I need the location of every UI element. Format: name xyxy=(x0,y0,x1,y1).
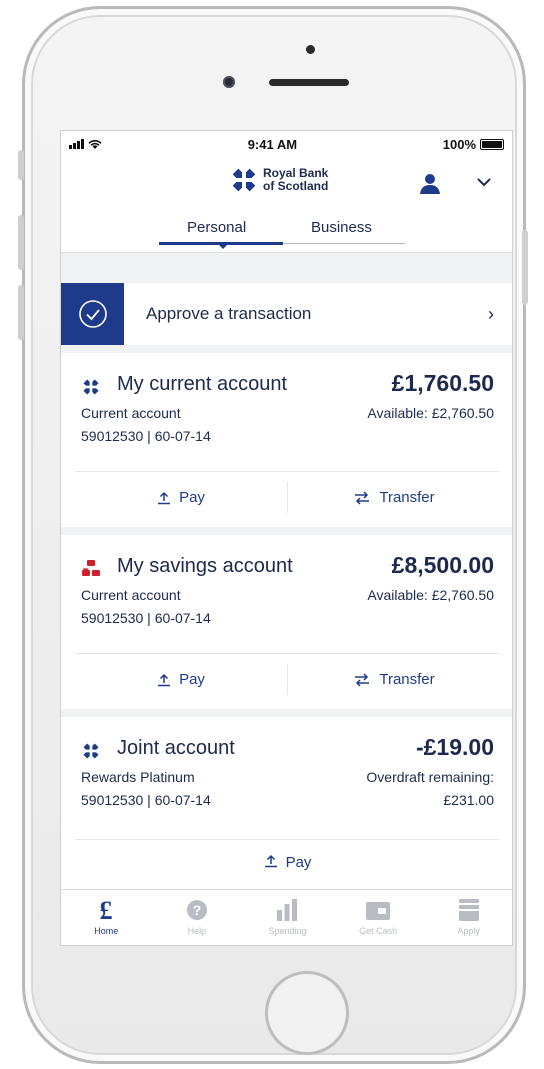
account-balance: -£19.00 xyxy=(415,734,494,760)
svg-text:£: £ xyxy=(100,898,113,922)
approve-badge xyxy=(61,283,124,345)
transfer-button[interactable]: Transfer xyxy=(288,654,500,705)
battery-status: 100% xyxy=(443,137,504,152)
check-circle-icon xyxy=(78,300,107,328)
approve-transaction-label: Approve a transaction xyxy=(146,304,312,323)
pay-button[interactable]: Pay xyxy=(75,840,500,891)
pound-icon: £ xyxy=(100,898,113,922)
power-button xyxy=(522,230,528,305)
svg-text:?: ? xyxy=(193,902,202,918)
nav-spending[interactable]: Spending xyxy=(242,890,333,945)
nav-home-label: Home xyxy=(94,926,119,936)
transfer-icon xyxy=(355,490,370,505)
pay-button[interactable]: Pay xyxy=(75,472,287,523)
rbs-logo-icon xyxy=(82,378,100,396)
nav-apply[interactable]: Apply xyxy=(423,890,512,945)
account-number: 59012530 | 60-07-14 xyxy=(81,610,211,626)
home-button[interactable] xyxy=(265,971,349,1055)
battery-icon xyxy=(480,138,504,150)
rbs-logo-icon xyxy=(82,742,100,760)
chevron-right-icon: › xyxy=(488,304,494,324)
account-name[interactable]: My current account xyxy=(117,373,287,396)
mute-switch xyxy=(18,150,24,180)
transfer-label: Transfer xyxy=(379,671,435,688)
cash-icon xyxy=(366,902,391,920)
user-icon[interactable] xyxy=(419,173,441,195)
apply-icon xyxy=(458,899,479,921)
volume-down-button xyxy=(18,285,24,340)
pay-icon xyxy=(264,854,277,868)
signal-icon xyxy=(69,139,84,149)
transfer-icon xyxy=(355,672,370,687)
brand-logo: Royal Bank of Scotland xyxy=(229,165,328,195)
overdraft-label: Overdraft remaining: xyxy=(366,769,494,785)
bar-chart-icon xyxy=(277,899,298,921)
nav-help-label: Help xyxy=(187,926,207,936)
pay-label: Pay xyxy=(179,489,205,506)
account-number: 59012530 | 60-07-14 xyxy=(81,428,211,444)
pay-label: Pay xyxy=(179,671,205,688)
natwest-logo-icon xyxy=(82,560,100,576)
volume-up-button xyxy=(18,215,24,270)
nav-get-cash-label: Get Cash xyxy=(359,926,398,936)
account-name[interactable]: My savings account xyxy=(117,555,293,578)
nav-get-cash[interactable]: Get Cash xyxy=(333,890,424,945)
pay-label: Pay xyxy=(285,854,312,871)
account-actions: Pay Transfer xyxy=(75,653,500,705)
account-type-tabs: Personal Business xyxy=(61,211,512,253)
account-type: Rewards Platinum xyxy=(81,769,195,785)
account-balance: £8,500.00 xyxy=(391,552,494,578)
tab-business[interactable]: Business xyxy=(311,219,372,236)
account-number: 59012530 | 60-07-14 xyxy=(81,792,211,808)
account-actions: Pay xyxy=(75,839,500,891)
account-balance: £1,760.50 xyxy=(391,370,494,396)
status-time: 9:41 AM xyxy=(247,136,298,152)
account-name[interactable]: Joint account xyxy=(117,737,235,760)
account-card-current[interactable]: My current account £1,760.50 Current acc… xyxy=(61,353,512,527)
app-header: Royal Bank of Scotland xyxy=(61,157,512,211)
available-balance: Available: £2,760.50 xyxy=(367,405,494,421)
battery-percent: 100% xyxy=(442,136,476,152)
tab-personal[interactable]: Personal xyxy=(187,219,246,236)
help-icon: ? xyxy=(186,900,207,920)
nav-apply-label: Apply xyxy=(457,926,480,936)
transfer-button[interactable]: Transfer xyxy=(288,472,500,523)
nav-help[interactable]: ? Help xyxy=(152,890,243,945)
overdraft-remaining: £231.00 xyxy=(443,792,494,808)
nav-spending-label: Spending xyxy=(268,926,307,936)
front-camera xyxy=(223,76,235,88)
available-balance: Available: £2,760.50 xyxy=(367,587,494,603)
account-type: Current account xyxy=(81,405,181,421)
chevron-down-icon[interactable] xyxy=(475,173,493,191)
tab-divider xyxy=(283,243,405,244)
app-screen: 9:41 AM 100% Royal Bank of Scotland Pers… xyxy=(60,130,513,946)
account-actions: Pay Transfer xyxy=(75,471,500,523)
account-card-savings[interactable]: My savings account £8,500.00 Current acc… xyxy=(61,535,512,709)
connectivity xyxy=(69,139,102,150)
earpiece-speaker xyxy=(269,79,349,86)
sensor-dot xyxy=(306,45,315,54)
nav-home[interactable]: £ Home xyxy=(61,890,152,945)
wifi-icon xyxy=(88,139,102,149)
brand-name-line2: of Scotland xyxy=(263,179,329,193)
status-bar: 9:41 AM 100% xyxy=(61,131,512,157)
transfer-label: Transfer xyxy=(379,489,435,506)
bottom-navigation: £ Home ? Help Spending Get Cash Apply xyxy=(61,889,512,945)
active-tab-caret xyxy=(218,244,228,249)
pay-button[interactable]: Pay xyxy=(75,654,287,705)
account-type: Current account xyxy=(81,587,181,603)
account-card-joint[interactable]: Joint account -£19.00 Rewards Platinum 5… xyxy=(61,717,512,891)
pay-icon xyxy=(158,673,171,686)
pay-icon xyxy=(158,491,171,504)
rbs-logo-icon xyxy=(231,167,257,193)
approve-transaction-row[interactable]: Approve a transaction › xyxy=(61,283,512,345)
